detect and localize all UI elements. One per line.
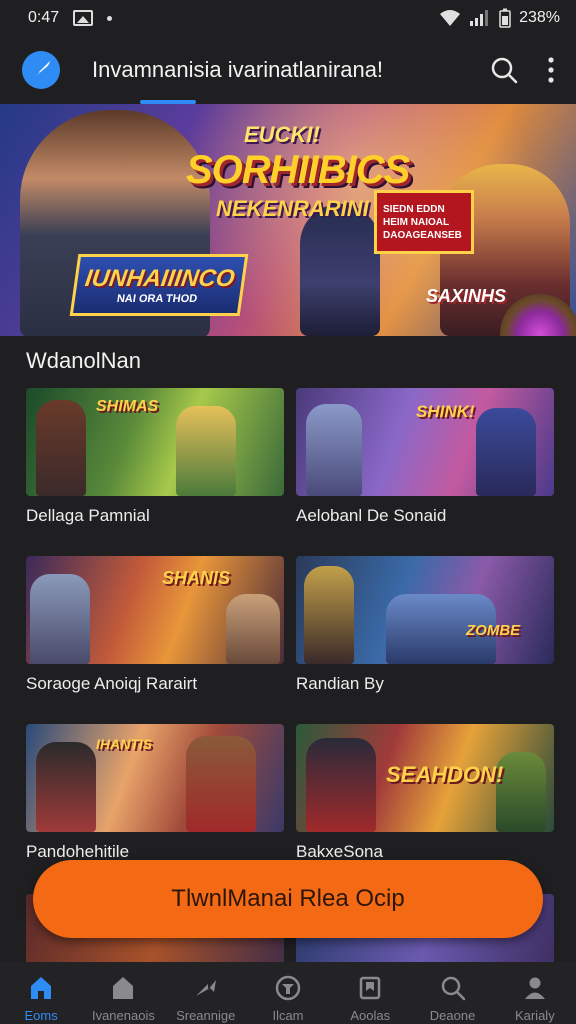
game-title: Aelobanl De Sonaid	[296, 506, 447, 525]
nav-label: Karialy	[514, 1008, 555, 1023]
character-figure	[30, 574, 90, 664]
app-bar: Invamnanisia ivarinatlanirana!	[0, 36, 576, 104]
battery-percent: 238%	[519, 9, 560, 26]
game-thumbnail[interactable]: SEAHDON!	[296, 724, 554, 832]
signal-icon	[470, 10, 489, 26]
game-title: Randian By	[296, 674, 384, 693]
banner-subheadline: NEKENRARINI	[216, 196, 369, 221]
character-figure	[496, 752, 546, 832]
game-logo: SHINK!	[416, 402, 475, 421]
app-logo[interactable]	[22, 51, 60, 89]
notification-dot-icon	[107, 15, 113, 21]
game-card[interactable]: SHINK! Aelobanl De Sonaid	[296, 388, 554, 526]
wifi-icon	[440, 10, 461, 26]
banner-headline-top: EUCKI!	[244, 122, 320, 147]
nav-label: Eoms	[24, 1008, 58, 1023]
nav-item-saved[interactable]: Aoolas	[329, 962, 411, 1024]
game-thumbnail[interactable]: IHANTIS	[26, 724, 284, 832]
game-title: BakxeSona	[296, 842, 383, 861]
more-vert-icon[interactable]	[548, 57, 554, 83]
nav-label: Sreannige	[176, 1008, 236, 1023]
nav-item-browse[interactable]: Ivanenaois	[82, 962, 164, 1024]
banner-game-logo: IUNHAIIINCO NAI ORA THOD	[69, 254, 249, 316]
nav-label: Aoolas	[350, 1008, 391, 1023]
speech-line: DAOAGEANSEB	[383, 229, 462, 241]
speech-line: SIEDN EDDN	[383, 203, 445, 215]
nav-item-search[interactable]: Deaone	[411, 962, 493, 1024]
speech-line: HEIM NAIOAL	[383, 216, 450, 228]
character-figure	[306, 404, 362, 496]
banner-logo-title: IUNHAIIINCO	[83, 265, 237, 292]
cta-button[interactable]: TlwnlManai Rlea Ocip	[33, 860, 543, 938]
character-figure	[36, 742, 96, 832]
search-icon	[441, 976, 465, 1001]
character-figure	[36, 400, 86, 496]
game-card[interactable]: SEAHDON! BakxeSona	[296, 724, 554, 862]
profile-icon	[524, 977, 545, 999]
banner-speech-bubble: SIEDN EDDN HEIM NAIOAL DAOAGEANSEB	[374, 190, 474, 254]
nav-label: Ivanenaois	[91, 1008, 155, 1023]
game-thumbnail[interactable]: SHANIS	[26, 556, 284, 664]
bookmark-icon	[360, 976, 381, 1000]
character-figure	[476, 408, 536, 496]
image-notification-icon	[73, 10, 94, 26]
search-icon[interactable]	[490, 56, 518, 84]
game-logo: SEAHDON!	[386, 762, 504, 787]
game-logo: ZOMBE	[466, 622, 521, 639]
game-card[interactable]: SHANIS Soraoge Anoiqj Rarairt	[26, 556, 284, 694]
home-filled-icon	[31, 977, 52, 999]
game-logo: IHANTIS	[96, 736, 152, 752]
game-card[interactable]: IHANTIS Pandohehitile	[26, 724, 284, 862]
share-icon	[195, 980, 216, 996]
game-title: Pandohehitile	[26, 842, 130, 861]
battery-icon	[499, 8, 511, 28]
section-title: WdanolNan	[26, 348, 141, 373]
game-card[interactable]: ZOMBE Randian By	[296, 556, 554, 694]
status-time: 0:47	[28, 9, 60, 26]
game-title: Dellaga Pamnial	[26, 506, 150, 525]
team-icon	[275, 975, 301, 1001]
game-logo: SHIMAS	[96, 398, 159, 415]
nav-label: Ilcam	[272, 1008, 304, 1023]
game-thumbnail[interactable]: SHINK!	[296, 388, 554, 496]
game-logo: SHANIS	[162, 568, 231, 588]
game-title: Soraoge Anoiqj Rarairt	[26, 674, 198, 693]
home-icon	[113, 977, 134, 999]
character-figure	[226, 594, 280, 664]
feather-icon	[32, 61, 50, 79]
nav-item-team[interactable]: Ilcam	[247, 962, 329, 1024]
banner-tag: SAXINHS	[426, 286, 507, 306]
nav-label: Deaone	[429, 1008, 476, 1023]
banner-headline: SORHIIBICS	[186, 148, 410, 192]
character-figure	[176, 406, 236, 496]
game-card[interactable]: SHIMAS Dellaga Pamnial	[26, 388, 284, 526]
character-figure	[306, 738, 376, 832]
character-figure	[304, 566, 354, 664]
nav-item-home[interactable]: Eoms	[0, 962, 82, 1024]
nav-item-share[interactable]: Sreannige	[165, 962, 247, 1024]
app-title: Invamnanisia ivarinatlanirana!	[92, 57, 384, 82]
nav-item-profile[interactable]: Karialy	[494, 962, 576, 1024]
status-bar: 0:47 238%	[0, 0, 576, 36]
banner-hero-middle	[300, 204, 380, 336]
character-figure	[186, 736, 256, 832]
banner-logo-subtitle: NAI ORA THOD	[116, 293, 199, 305]
game-thumbnail[interactable]: SHIMAS	[26, 388, 284, 496]
bottom-nav: Eoms Ivanenaois Sreannige Ilcam Aoolas D…	[0, 962, 576, 1024]
game-thumbnail[interactable]: ZOMBE	[296, 556, 554, 664]
featured-banner[interactable]: EUCKI! SORHIIBICS NEKENRARINI IUNHAIIINC…	[0, 104, 576, 336]
